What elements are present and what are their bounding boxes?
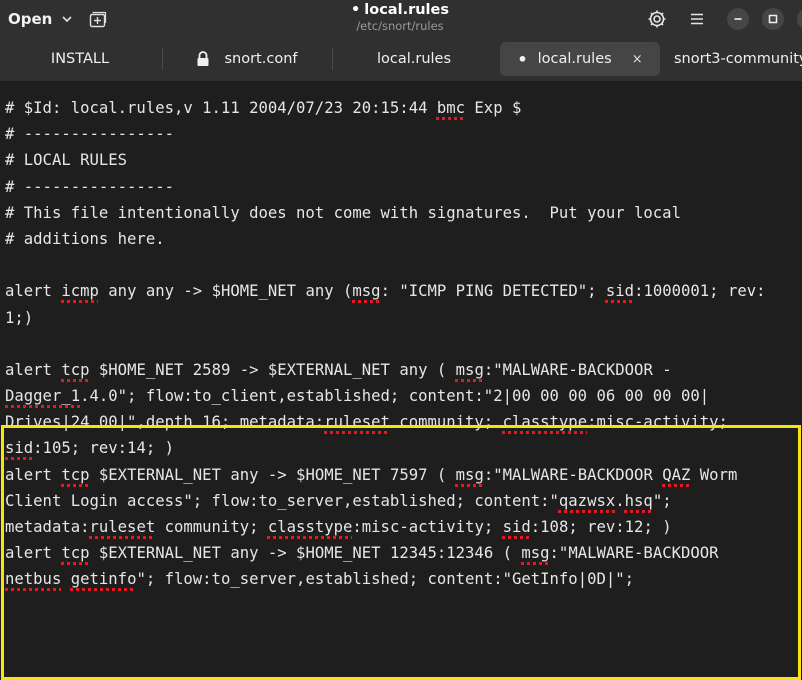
spellcheck-word: tcp [61, 465, 90, 484]
document-title: local.rules [364, 2, 449, 18]
code-line: # This file intentionally does not come … [5, 203, 681, 222]
spellcheck-word: getinfo [70, 570, 137, 589]
new-tab-icon[interactable] [88, 10, 108, 30]
code-line: 1;) [5, 308, 34, 327]
spellcheck-word: icmp [61, 282, 99, 301]
modified-marker: • [351, 2, 361, 18]
code-line: # $Id: local.rules,v 1.11 2004/07/23 20:… [5, 99, 522, 117]
code-line: Dagger_1.4.0"; flow:to_client,establishe… [5, 387, 710, 406]
code-line: alert tcp $HOME_NET 2589 -> $EXTERNAL_NE… [5, 360, 672, 379]
maximize-button[interactable] [762, 8, 784, 30]
spellcheck-word: classtype [502, 413, 588, 432]
maximize-icon [768, 14, 778, 24]
header-bar: Open • local.rules /etc/snort/rules [0, 0, 802, 38]
close-window-button[interactable] [797, 8, 802, 30]
lock-icon [197, 51, 209, 66]
spellcheck-word: tcp [61, 544, 90, 563]
spellcheck-word: ruleset [89, 518, 156, 536]
spellcheck-word: ruleset [324, 413, 390, 432]
tab-snort3-community[interactable]: snort3-community.r [666, 42, 802, 76]
tab-install[interactable]: INSTALL [0, 42, 160, 76]
code-line: # ---------------- [5, 125, 174, 144]
spellcheck-word: msg [455, 465, 484, 484]
spellcheck-word: netbus [5, 570, 62, 589]
code-line: Drives|24 00|",depth 16; metadata:rulese… [5, 413, 728, 432]
minimize-button[interactable] [727, 8, 749, 30]
spellcheck-word: msg [352, 282, 381, 301]
open-label: Open [8, 10, 53, 28]
tab-local-rules[interactable]: local.rules [334, 42, 494, 76]
text-editor[interactable]: # $Id: local.rules,v 1.11 2004/07/23 20:… [0, 82, 802, 680]
code-line: alert tcp $EXTERNAL_NET any -> $HOME_NET… [5, 544, 719, 563]
tab-bar: INSTALL snort.conf local.rules • local.r… [0, 38, 802, 82]
spellcheck-word: hsq [624, 491, 653, 510]
spellcheck-word: sid [502, 518, 531, 536]
tab-label: local.rules [537, 51, 612, 67]
tab-label: INSTALL [50, 51, 110, 67]
tab-label: snort.conf [224, 51, 298, 67]
code-line: Client Login access"; flow:to_server,est… [5, 491, 672, 510]
code-view[interactable]: # $Id: local.rules,v 1.11 2004/07/23 20:… [5, 95, 766, 593]
spellcheck-word: msg [521, 544, 550, 563]
tab-local-rules-active[interactable]: • local.rules × [500, 42, 660, 76]
tab-label: local.rules [376, 51, 452, 67]
main-menu-button[interactable] [685, 7, 709, 31]
spellcheck-word: classtype [267, 518, 353, 536]
code-line: # additions here. [5, 229, 165, 248]
code-line: netbus getinfo"; flow:to_server,establis… [5, 570, 635, 589]
tab-divider [332, 48, 333, 70]
open-button[interactable]: Open [0, 4, 76, 34]
code-line: # LOCAL RULES [5, 151, 128, 170]
tab-divider [162, 48, 163, 70]
hamburger-menu-icon [691, 13, 703, 25]
spellcheck-word: bmc [436, 99, 466, 117]
code-line: metadata:ruleset community; classtype:mi… [5, 518, 672, 536]
document-path: /etc/snort/rules [356, 19, 444, 33]
spellcheck-word: sid [605, 282, 635, 301]
gear-icon [648, 10, 666, 28]
code-line: sid:105; rev:14; ) [5, 439, 174, 458]
minimize-icon [734, 18, 742, 20]
spellcheck-word: sid [5, 439, 34, 458]
code-line: alert tcp $EXTERNAL_NET any -> $HOME_NET… [5, 465, 738, 484]
code-line: # ---------------- [5, 177, 174, 196]
code-line: alert icmp any any -> $HOME_NET any (msg… [5, 282, 766, 301]
chevron-down-icon [62, 16, 72, 23]
spellcheck-word: tcp [61, 360, 90, 379]
window-title: • local.rules /etc/snort/rules [250, 1, 550, 33]
modified-dot-icon: • [517, 49, 528, 69]
spellcheck-word: Dagger_1 [5, 387, 81, 406]
spellcheck-word: qazwsx [558, 491, 616, 510]
spellcheck-word: QAZ [662, 465, 691, 484]
settings-button[interactable] [645, 7, 669, 31]
spellcheck-word: msg [455, 360, 484, 379]
tab-snort-conf[interactable]: snort.conf [164, 42, 330, 76]
tab-close-button[interactable]: × [632, 52, 643, 67]
tab-label: snort3-community.r [674, 51, 802, 67]
